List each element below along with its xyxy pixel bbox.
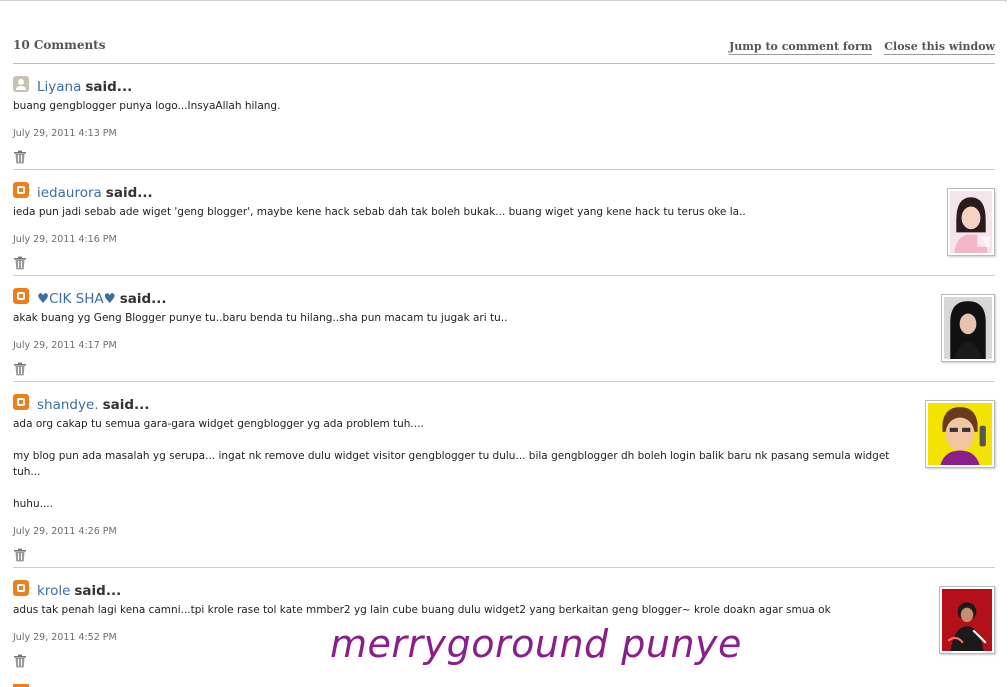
- comment-timestamp[interactable]: July 29, 2011 4:52 PM: [13, 632, 117, 643]
- comment-body-line: my blog pun ada masalah yg serupa... ing…: [13, 450, 893, 478]
- watermark-text: merrygoround punye: [330, 622, 742, 666]
- comment-body: ieda pun jadi sebab ade wiget 'geng blog…: [13, 206, 746, 218]
- comment-body-line: ada org cakap tu semua gara-gara widget …: [13, 418, 424, 430]
- comment-body-line: huhu....: [13, 498, 53, 510]
- commenter-avatar[interactable]: [941, 294, 995, 362]
- comment-author-link[interactable]: ♥CIK SHA♥: [37, 291, 116, 307]
- said-label: said...: [85, 79, 133, 95]
- comment-item: ♥CIK SHA♥ said... akak buang yg Geng Blog…: [13, 276, 995, 382]
- user-icon: [13, 76, 29, 92]
- comment-timestamp[interactable]: July 29, 2011 4:26 PM: [13, 526, 117, 537]
- blogger-icon: [13, 394, 29, 410]
- comment-body: buang gengblogger punya logo...InsyaAlla…: [13, 100, 281, 112]
- commenter-avatar[interactable]: [939, 586, 995, 654]
- comment-timestamp[interactable]: July 29, 2011 4:13 PM: [13, 128, 117, 139]
- comment-author-link[interactable]: krole: [37, 583, 70, 599]
- comment-body: akak buang yg Geng Blogger punye tu..bar…: [13, 312, 508, 324]
- header-links: Jump to comment form Close this window: [721, 40, 995, 55]
- comments-header: 10 Comments Jump to comment form Close t…: [13, 37, 995, 64]
- comment-body: adus tak penah lagi kena camni...tpi kro…: [13, 604, 831, 616]
- avatar-image: [942, 589, 992, 651]
- comments-page: 10 Comments Jump to comment form Close t…: [0, 0, 1008, 687]
- comment-author-link[interactable]: Liyana: [37, 79, 81, 95]
- blogger-icon: [13, 182, 29, 198]
- blogger-icon: [13, 580, 29, 596]
- avatar-image: [950, 191, 992, 253]
- comment-timestamp[interactable]: July 29, 2011 4:16 PM: [13, 234, 117, 245]
- comment-author-link[interactable]: shandye.: [37, 397, 99, 413]
- said-label: said...: [105, 185, 153, 201]
- trash-icon[interactable]: [13, 548, 27, 562]
- jump-to-comment-form-link[interactable]: Jump to comment form: [729, 40, 873, 55]
- blogger-icon: [13, 288, 29, 304]
- comment-author-line: iedaurora said...: [13, 182, 153, 201]
- comment-count: 10 Comments: [13, 38, 106, 52]
- comment-timestamp[interactable]: July 29, 2011 4:17 PM: [13, 340, 117, 351]
- trash-icon[interactable]: [13, 256, 27, 270]
- trash-icon[interactable]: [13, 654, 27, 668]
- comment-author-line: ♥CIK SHA♥ said...: [13, 288, 167, 307]
- said-label: said...: [74, 583, 122, 599]
- comment-author-link[interactable]: iedaurora: [37, 185, 102, 201]
- said-label: said...: [102, 397, 150, 413]
- avatar-image: [928, 403, 992, 465]
- comment-author-line: Liyana said...: [13, 76, 133, 95]
- commenter-avatar[interactable]: [925, 400, 995, 468]
- commenter-avatar[interactable]: [947, 188, 995, 256]
- comment-item: shandye. said... ada org cakap tu semua g…: [13, 382, 995, 568]
- trash-icon[interactable]: [13, 150, 27, 164]
- close-window-link[interactable]: Close this window: [884, 40, 995, 55]
- comment-author-line: krole said...: [13, 580, 122, 599]
- avatar-image: [944, 297, 992, 359]
- comment-item: iedaurora said... ieda pun jadi sebab ade…: [13, 170, 995, 276]
- comment-item: Liyana said... buang gengblogger punya lo…: [13, 64, 995, 170]
- comment-author-line: shandye. said...: [13, 394, 150, 413]
- said-label: said...: [119, 291, 167, 307]
- trash-icon[interactable]: [13, 362, 27, 376]
- top-border: [0, 0, 1007, 2]
